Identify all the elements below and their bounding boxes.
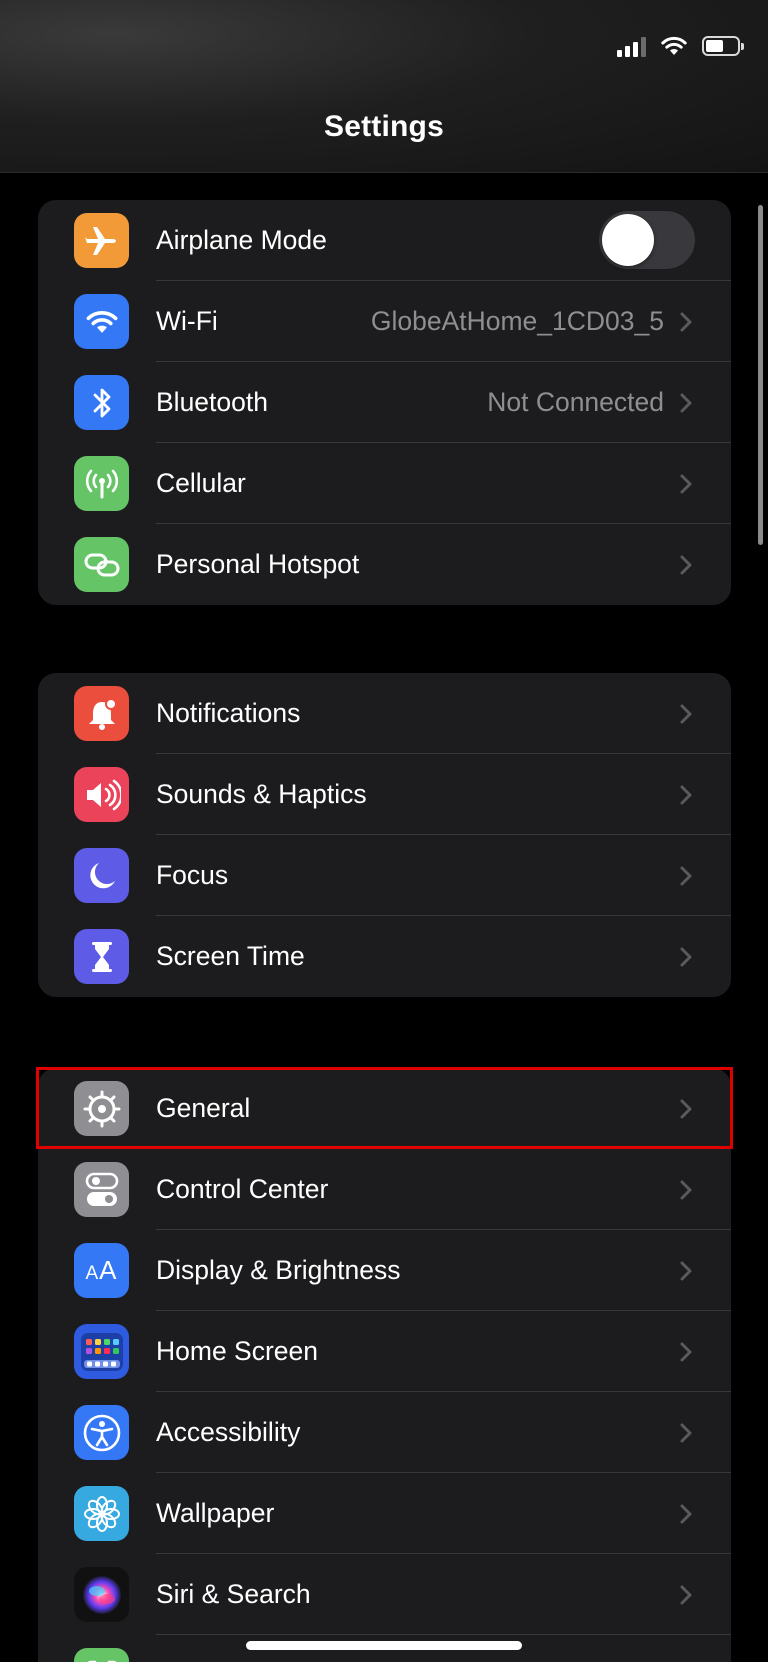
chevron-right-icon <box>680 785 692 805</box>
settings-row-wallpaper[interactable]: Wallpaper <box>38 1473 731 1554</box>
chevron-right-icon <box>680 1504 692 1524</box>
airplane-icon <box>74 213 129 268</box>
settings-row-home-screen[interactable]: Home Screen <box>38 1311 731 1392</box>
switches-icon <box>74 1162 129 1217</box>
row-label: Notifications <box>156 698 301 728</box>
app-grid-icon <box>74 1324 129 1379</box>
row-label: Screen Time <box>156 941 305 971</box>
settings-row-display-brightness[interactable]: AA Display & Brightness <box>38 1230 731 1311</box>
settings-group-system: General Control Center AA Display & Brig… <box>38 1068 731 1662</box>
settings-row-bluetooth[interactable]: Bluetooth Not Connected <box>38 362 731 443</box>
row-label: Sounds & Haptics <box>156 779 367 809</box>
row-label: Accessibility <box>156 1417 301 1447</box>
siri-icon <box>74 1567 129 1622</box>
wifi-icon <box>661 36 687 55</box>
row-label: Wallpaper <box>156 1498 275 1528</box>
settings-row-control-center[interactable]: Control Center <box>38 1149 731 1230</box>
settings-group-notifications: Notifications Sounds & Haptics Focus Scr… <box>38 673 731 997</box>
scroll-indicator[interactable] <box>758 205 763 545</box>
row-label: Control Center <box>156 1174 329 1204</box>
row-label: Airplane Mode <box>156 225 327 255</box>
settings-row-accessibility[interactable]: Accessibility <box>38 1392 731 1473</box>
chevron-right-icon <box>680 1342 692 1362</box>
bluetooth-icon <box>74 375 129 430</box>
chevron-right-icon <box>680 312 692 332</box>
chevron-right-icon <box>680 947 692 967</box>
row-label: Cellular <box>156 468 246 498</box>
text-size-icon: AA <box>74 1243 129 1298</box>
chevron-right-icon <box>680 866 692 886</box>
wifi-icon <box>74 294 129 349</box>
wifi-network-name: GlobeAtHome_1CD03_5 <box>370 306 664 336</box>
row-label: Personal Hotspot <box>156 549 360 579</box>
chevron-right-icon <box>680 555 692 575</box>
face-id-icon <box>74 1648 129 1662</box>
settings-group-connectivity: Airplane Mode Wi-Fi GlobeAtHome_1CD03_5 … <box>38 200 731 605</box>
row-label: Wi-Fi <box>156 306 218 336</box>
cellular-signal-icon <box>617 35 646 57</box>
settings-row-personal-hotspot[interactable]: Personal Hotspot <box>38 524 731 605</box>
settings-row-notifications[interactable]: Notifications <box>38 673 731 754</box>
row-label: Siri & Search <box>156 1579 311 1609</box>
home-indicator[interactable] <box>246 1641 522 1650</box>
bell-icon <box>74 686 129 741</box>
bluetooth-status: Not Connected <box>487 387 664 417</box>
chevron-right-icon <box>680 1585 692 1605</box>
chevron-right-icon <box>680 704 692 724</box>
chain-link-icon <box>74 537 129 592</box>
page-title: Settings <box>324 110 444 143</box>
settings-row-airplane-mode[interactable]: Airplane Mode <box>38 200 731 281</box>
chevron-right-icon <box>680 1261 692 1281</box>
chevron-right-icon <box>680 1180 692 1200</box>
hourglass-icon <box>74 929 129 984</box>
navigation-bar: Settings <box>0 0 768 173</box>
speaker-icon <box>74 767 129 822</box>
settings-row-screen-time[interactable]: Screen Time <box>38 916 731 997</box>
settings-row-wifi[interactable]: Wi-Fi GlobeAtHome_1CD03_5 <box>38 281 731 362</box>
chevron-right-icon <box>680 1423 692 1443</box>
battery-icon <box>702 36 744 56</box>
status-bar <box>617 32 744 60</box>
settings-row-focus[interactable]: Focus <box>38 835 731 916</box>
settings-row-sounds-haptics[interactable]: Sounds & Haptics <box>38 754 731 835</box>
row-label: Home Screen <box>156 1336 319 1366</box>
row-label: Bluetooth <box>156 387 268 417</box>
flower-icon <box>74 1486 129 1541</box>
settings-row-siri-search[interactable]: Siri & Search <box>38 1554 731 1635</box>
row-label: Display & Brightness <box>156 1255 401 1285</box>
settings-row-cellular[interactable]: Cellular <box>38 443 731 524</box>
accessibility-icon <box>74 1405 129 1460</box>
antenna-icon <box>74 456 129 511</box>
moon-icon <box>74 848 129 903</box>
chevron-right-icon <box>680 474 692 494</box>
highlight-annotation <box>36 1067 733 1149</box>
row-label: Focus <box>156 860 229 890</box>
airplane-mode-toggle[interactable] <box>599 211 695 269</box>
chevron-right-icon <box>680 393 692 413</box>
